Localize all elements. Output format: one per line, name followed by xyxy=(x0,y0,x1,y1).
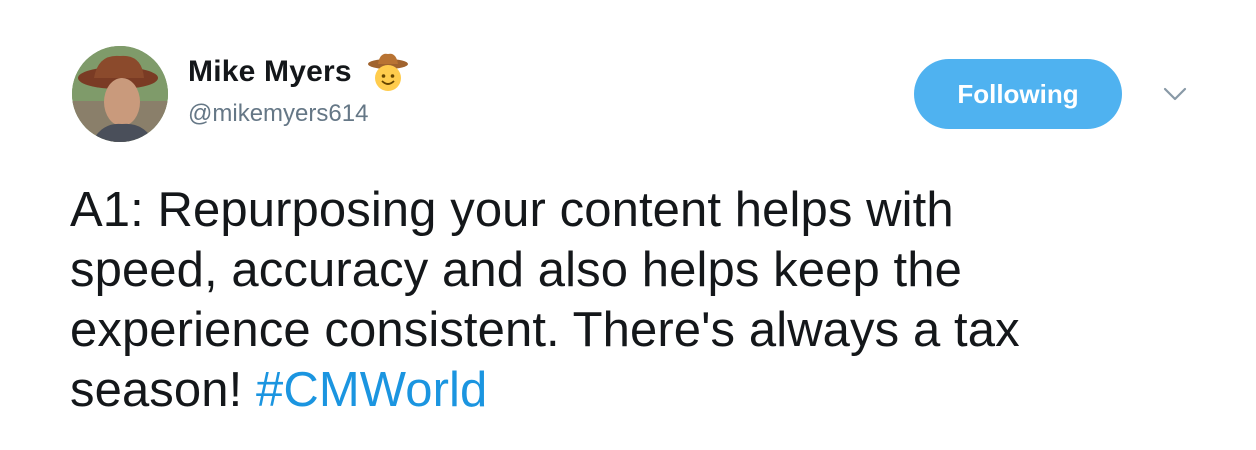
hashtag-link[interactable]: #CMWorld xyxy=(256,363,487,417)
following-button[interactable]: Following xyxy=(914,59,1122,129)
tweet-text-line: experience consistent. There's always a … xyxy=(70,303,1020,357)
tweet-text: A1: Repurposing your content helps with … xyxy=(70,180,1200,420)
author-block: Mike Myers @mikemyers614 xyxy=(188,52,410,128)
name-row: Mike Myers xyxy=(188,52,410,92)
avatar-photo-icon xyxy=(72,46,168,142)
tweet-card: Mike Myers @mikemyers614 Following A1: R… xyxy=(0,0,1256,450)
tweet-text-line: season! xyxy=(70,363,257,417)
display-name[interactable]: Mike Myers xyxy=(188,55,352,89)
chevron-down-icon[interactable] xyxy=(1162,84,1188,104)
tweet-text-line: A1: Repurposing your content helps with xyxy=(70,183,954,237)
tweet-text-line: speed, accuracy and also helps keep the xyxy=(70,243,962,297)
user-handle[interactable]: @mikemyers614 xyxy=(188,100,410,128)
tweet-text-line-last: season! #CMWorld xyxy=(70,360,1200,420)
avatar[interactable] xyxy=(72,46,168,142)
cowboy-hat-face-icon xyxy=(366,50,410,94)
